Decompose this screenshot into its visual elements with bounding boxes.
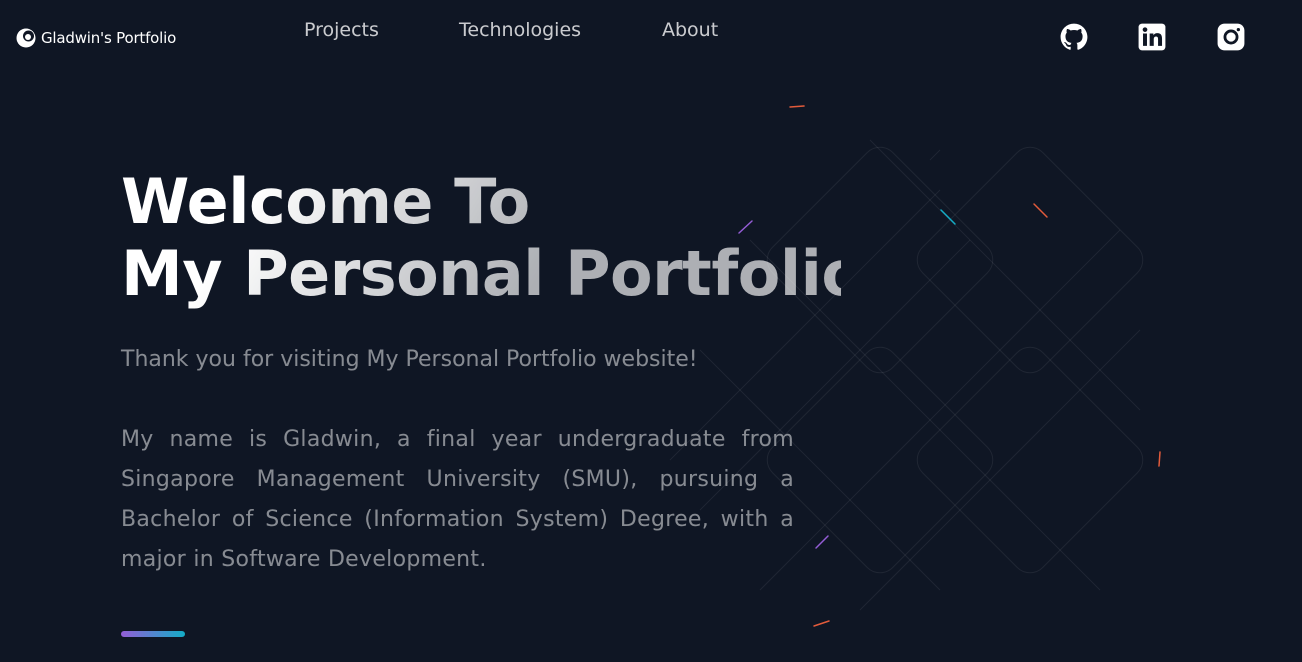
portfolio-page: Gladwin's Portfolio Projects Technologie… — [0, 0, 1302, 662]
github-icon — [1060, 23, 1088, 50]
linkedin-icon — [1138, 23, 1166, 51]
instagram-link[interactable] — [1217, 23, 1245, 51]
hero-subtitle: Thank you for visiting My Personal Portf… — [121, 347, 698, 372]
main-nav: Projects Technologies About — [0, 19, 1302, 43]
hero-title-line-1: Welcome To — [121, 165, 530, 238]
instagram-icon — [1217, 23, 1245, 51]
hero-title-line-2: My Personal Portfolio — [121, 237, 864, 310]
hero-title: Welcome To My Personal Portfolio — [121, 166, 841, 310]
accent-divider — [121, 631, 185, 637]
hero-bio: My name is Gladwin, a final year undergr… — [121, 427, 794, 572]
nav-link-projects[interactable]: Projects — [304, 19, 379, 41]
nav-link-technologies[interactable]: Technologies — [459, 19, 581, 41]
github-link[interactable] — [1060, 23, 1088, 51]
linkedin-link[interactable] — [1138, 23, 1166, 51]
nav-link-about[interactable]: About — [662, 19, 718, 41]
